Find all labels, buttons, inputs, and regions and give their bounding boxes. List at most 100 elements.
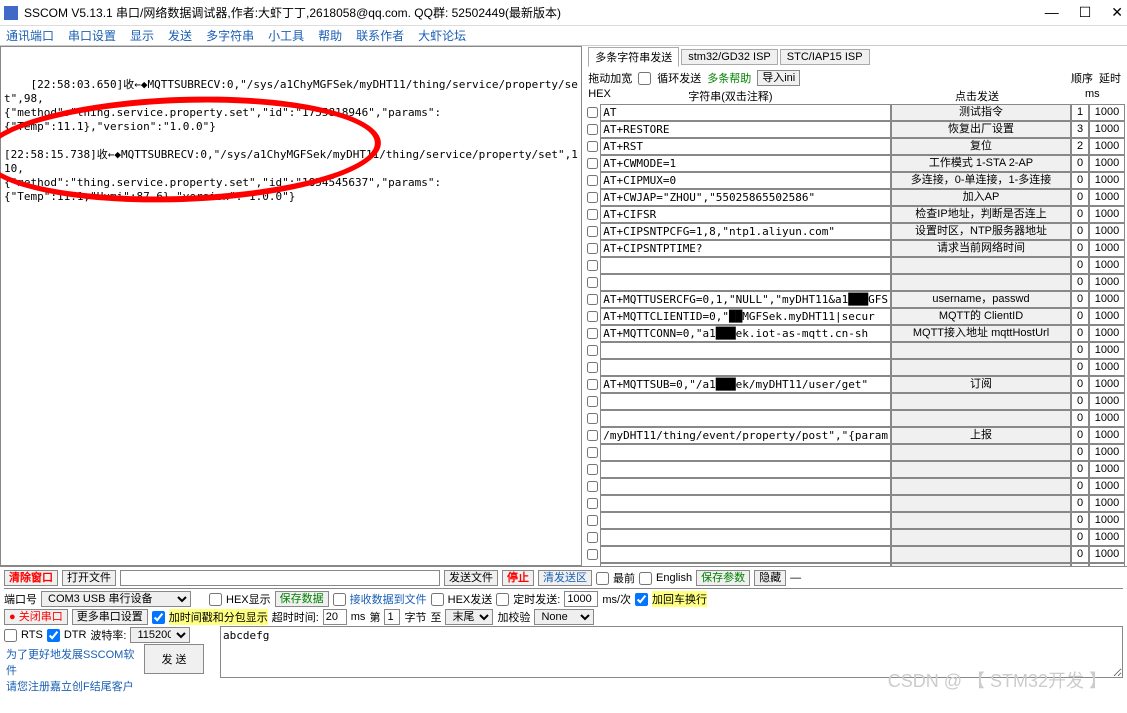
hex-row-checkbox[interactable] — [587, 311, 598, 322]
hex-row-checkbox[interactable] — [587, 175, 598, 186]
order-input[interactable]: 0 — [1071, 529, 1089, 546]
menu-item[interactable]: 发送 — [168, 27, 192, 44]
delay-input[interactable]: 1000 — [1089, 478, 1125, 495]
hex-row-checkbox[interactable] — [587, 124, 598, 135]
order-input[interactable]: 0 — [1071, 495, 1089, 512]
hex-row-checkbox[interactable] — [587, 345, 598, 356]
clear-window-button[interactable]: 清除窗口 — [4, 570, 58, 586]
delay-input[interactable]: 1000 — [1089, 512, 1125, 529]
send-row-button[interactable] — [891, 478, 1071, 495]
order-input[interactable]: 0 — [1071, 155, 1089, 172]
send-row-button[interactable]: 设置时区，NTP服务器地址 — [891, 223, 1071, 240]
hex-row-checkbox[interactable] — [587, 413, 598, 424]
cmd-input[interactable]: AT+RST — [600, 138, 891, 155]
cmd-input[interactable]: AT+CIPSNTPCFG=1,8,"ntp1.aliyun.com" — [600, 223, 891, 240]
tab-multistring[interactable]: 多条字符串发送 — [588, 47, 679, 67]
order-input[interactable]: 0 — [1071, 478, 1089, 495]
delay-input[interactable]: 1000 — [1089, 240, 1125, 257]
maximize-icon[interactable]: ☐ — [1079, 4, 1092, 21]
order-input[interactable]: 0 — [1071, 359, 1089, 376]
order-input[interactable]: 0 — [1071, 427, 1089, 444]
send-row-button[interactable] — [891, 444, 1071, 461]
hex-row-checkbox[interactable] — [587, 209, 598, 220]
delay-input[interactable]: 1000 — [1089, 359, 1125, 376]
hex-row-checkbox[interactable] — [587, 192, 598, 203]
tab-stm32[interactable]: stm32/GD32 ISP — [681, 49, 778, 65]
cmd-input[interactable] — [600, 444, 891, 461]
hex-row-checkbox[interactable] — [587, 107, 598, 118]
send-row-button[interactable] — [891, 529, 1071, 546]
save-data-button[interactable]: 保存数据 — [275, 591, 329, 607]
cmd-input[interactable]: AT+MQTTUSERCFG=0,1,"NULL","myDHT11&a1███… — [600, 291, 891, 308]
byte-from-input[interactable] — [384, 609, 400, 625]
delay-input[interactable]: 1000 — [1089, 410, 1125, 427]
english-checkbox[interactable] — [639, 572, 652, 585]
timestamp-checkbox[interactable] — [152, 611, 165, 624]
order-input[interactable]: 0 — [1071, 410, 1089, 427]
order-input[interactable]: 0 — [1071, 512, 1089, 529]
send-row-button[interactable] — [891, 274, 1071, 291]
send-row-button[interactable]: 上报 — [891, 427, 1071, 444]
hex-row-checkbox[interactable] — [587, 362, 598, 373]
delay-input[interactable]: 1000 — [1089, 325, 1125, 342]
order-input[interactable]: 2 — [1071, 138, 1089, 155]
import-ini-button[interactable]: 导入ini — [757, 70, 800, 86]
menu-item[interactable]: 帮助 — [318, 27, 342, 44]
delay-input[interactable]: 1000 — [1089, 138, 1125, 155]
send-row-button[interactable]: 复位 — [891, 138, 1071, 155]
send-row-button[interactable]: 工作模式 1-STA 2-AP — [891, 155, 1071, 172]
hex-row-checkbox[interactable] — [587, 447, 598, 458]
cmd-input[interactable]: AT+CIPSNTPTIME? — [600, 240, 891, 257]
timed-ms-input[interactable] — [564, 591, 598, 607]
delay-input[interactable]: 1000 — [1089, 461, 1125, 478]
delay-input[interactable]: 1000 — [1089, 529, 1125, 546]
more-settings-button[interactable]: 更多串口设置 — [72, 609, 148, 625]
order-input[interactable]: 0 — [1071, 444, 1089, 461]
cmd-input[interactable] — [600, 393, 891, 410]
timed-send-checkbox[interactable] — [496, 593, 509, 606]
cmd-input[interactable]: AT+MQTTCLIENTID=0,"██MGFSek.myDHT11|secu… — [600, 308, 891, 325]
cmd-input[interactable] — [600, 342, 891, 359]
minimize-icon[interactable]: — — [1045, 4, 1059, 21]
hex-row-checkbox[interactable] — [587, 430, 598, 441]
loop-checkbox[interactable] — [638, 72, 651, 85]
order-input[interactable]: 0 — [1071, 461, 1089, 478]
delay-input[interactable]: 1000 — [1089, 376, 1125, 393]
hex-row-checkbox[interactable] — [587, 396, 598, 407]
delay-input[interactable]: 1000 — [1089, 257, 1125, 274]
delay-input[interactable]: 1000 — [1089, 189, 1125, 206]
menu-item[interactable]: 多字符串 — [206, 27, 254, 44]
send-file-button[interactable]: 发送文件 — [444, 570, 498, 586]
close-port-button[interactable]: ● 关闭串口 — [4, 609, 68, 625]
cmd-input[interactable] — [600, 257, 891, 274]
order-input[interactable]: 0 — [1071, 376, 1089, 393]
hex-row-checkbox[interactable] — [587, 498, 598, 509]
delay-input[interactable]: 1000 — [1089, 155, 1125, 172]
delay-input[interactable]: 1000 — [1089, 393, 1125, 410]
cmd-input[interactable]: AT+CIFSR — [600, 206, 891, 223]
send-row-button[interactable] — [891, 495, 1071, 512]
cmd-input[interactable] — [600, 461, 891, 478]
tab-stc[interactable]: STC/IAP15 ISP — [780, 49, 870, 65]
cmd-input[interactable]: /myDHT11/thing/event/property/post","{pa… — [600, 427, 891, 444]
cmd-input[interactable] — [600, 359, 891, 376]
hex-row-checkbox[interactable] — [587, 379, 598, 390]
order-input[interactable]: 0 — [1071, 172, 1089, 189]
ext-toggle[interactable]: — — [790, 572, 801, 584]
port-select[interactable]: COM3 USB 串行设备 — [41, 591, 191, 607]
menu-item[interactable]: 联系作者 — [356, 27, 404, 44]
order-input[interactable]: 0 — [1071, 240, 1089, 257]
order-input[interactable]: 1 — [1071, 104, 1089, 121]
send-row-button[interactable]: MQTT的 ClientID — [891, 308, 1071, 325]
cmd-input[interactable] — [600, 495, 891, 512]
delay-input[interactable]: 1000 — [1089, 121, 1125, 138]
cmd-input[interactable] — [600, 546, 891, 563]
hex-row-checkbox[interactable] — [587, 243, 598, 254]
order-input[interactable]: 0 — [1071, 325, 1089, 342]
order-input[interactable]: 0 — [1071, 393, 1089, 410]
hide-button[interactable]: 隐藏 — [754, 570, 786, 586]
order-input[interactable]: 0 — [1071, 257, 1089, 274]
hex-row-checkbox[interactable] — [587, 277, 598, 288]
order-input[interactable]: 3 — [1071, 121, 1089, 138]
send-row-button[interactable] — [891, 410, 1071, 427]
